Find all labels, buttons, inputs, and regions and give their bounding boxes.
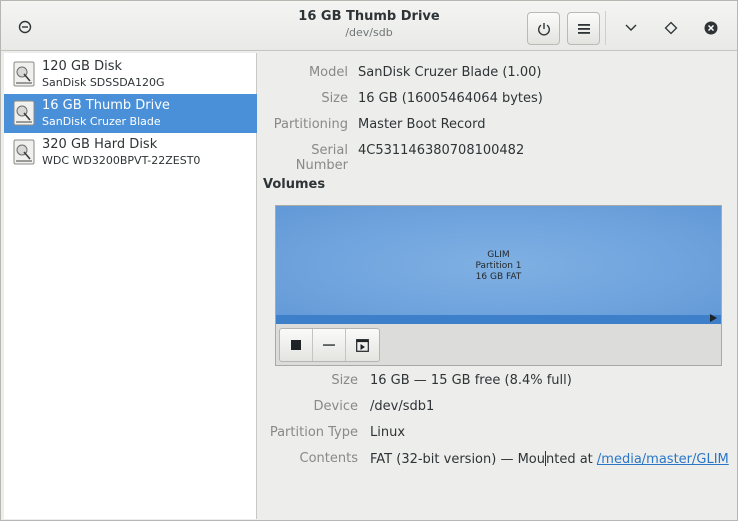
drive-name: 16 GB Thumb Drive — [42, 98, 170, 113]
close-button[interactable] — [701, 18, 721, 38]
model-value: SanDisk Cruzer Blade (1.00) — [358, 65, 542, 80]
power-icon — [537, 22, 550, 35]
disks-window: 16 GB Thumb Drive /dev/sdb 120 GB Disk S… — [0, 0, 738, 521]
volumes-panel: GLIM Partition 1 16 GB FAT — [275, 205, 722, 366]
drive-item-120gb[interactable]: 120 GB Disk SanDisk SDSSDA120G — [4, 55, 257, 94]
minus-icon — [323, 344, 335, 346]
window-subtitle: /dev/sdb — [345, 26, 393, 39]
partitioning-value: Master Boot Record — [358, 117, 486, 132]
diamond-icon — [664, 21, 678, 35]
partition-usage-stripe — [276, 315, 721, 324]
partition-number: Partition 1 — [475, 261, 522, 271]
play-arrow-icon — [710, 314, 717, 322]
delete-partition-button[interactable] — [313, 329, 346, 361]
drive-name: 320 GB Hard Disk — [42, 137, 158, 152]
unmount-button[interactable] — [280, 329, 313, 361]
drive-name: 120 GB Disk — [42, 59, 122, 74]
contents-text-cont: nted at — [546, 452, 597, 467]
serial-value: 4C531146380708100482 — [358, 143, 525, 158]
partition-size-value: 16 GB — 15 GB free (8.4% full) — [370, 373, 572, 388]
drive-list: 120 GB Disk SanDisk SDSSDA120G 16 GB Thu… — [4, 53, 257, 519]
drive-item-16gb[interactable]: 16 GB Thumb Drive SanDisk Cruzer Blade — [4, 94, 257, 133]
partition-size-label: Size — [331, 373, 358, 388]
drive-model: WDC WD3200BPVT-22ZEST0 — [42, 154, 201, 167]
stop-icon — [291, 340, 301, 350]
partition-summary: 16 GB FAT — [475, 272, 522, 282]
partitioning-label: Partitioning — [273, 117, 348, 132]
mount-point-link[interactable]: /media/master/GLIM — [597, 452, 729, 467]
model-label: Model — [308, 65, 348, 80]
power-off-button[interactable] — [15, 17, 35, 37]
power-off-drive-button[interactable] — [527, 12, 560, 45]
disk-drive-icon — [13, 61, 35, 87]
partition-label: GLIM Partition 1 16 GB FAT — [276, 250, 721, 283]
partition-settings-button[interactable] — [346, 329, 379, 361]
power-icon — [18, 20, 32, 34]
partition-type-value: Linux — [370, 425, 406, 440]
partition-name: GLIM — [487, 250, 510, 260]
window-title: 16 GB Thumb Drive — [298, 9, 440, 24]
volume-toolbar — [279, 328, 380, 362]
close-icon — [704, 21, 718, 35]
drive-model: SanDisk Cruzer Blade — [42, 115, 161, 128]
hamburger-menu-icon — [577, 23, 590, 34]
minimize-button[interactable] — [621, 18, 641, 38]
header-separator — [605, 11, 606, 45]
title-area: 16 GB Thumb Drive /dev/sdb — [241, 9, 497, 39]
device-value: /dev/sdb1 — [370, 399, 435, 414]
partition-type-label: Partition Type — [269, 425, 358, 440]
drive-menu-button[interactable] — [567, 12, 600, 45]
disk-drive-icon — [13, 100, 35, 126]
partition-block[interactable]: GLIM Partition 1 16 GB FAT — [276, 206, 721, 324]
contents-text: FAT (32-bit version) — Mou — [370, 452, 545, 467]
disk-drive-icon — [13, 139, 35, 165]
contents-value: FAT (32-bit version) — Mounted at /media… — [370, 451, 729, 467]
drive-model: SanDisk SDSSDA120G — [42, 76, 165, 89]
drive-item-320gb[interactable]: 320 GB Hard Disk WDC WD3200BPVT-22ZEST0 — [4, 133, 257, 172]
gear-menu-icon — [356, 338, 369, 352]
serial-label: Serial Number — [295, 143, 348, 173]
volumes-heading: Volumes — [263, 177, 326, 192]
drive-details: Model SanDisk Cruzer Blade (1.00) Size 1… — [258, 53, 738, 519]
chevron-down-icon — [625, 24, 637, 31]
device-label: Device — [313, 399, 358, 414]
size-label: Size — [321, 91, 348, 106]
size-value: 16 GB (16005464064 bytes) — [358, 91, 543, 106]
header-bar: 16 GB Thumb Drive /dev/sdb — [1, 1, 737, 51]
maximize-button[interactable] — [661, 18, 681, 38]
contents-label: Contents — [299, 451, 358, 466]
